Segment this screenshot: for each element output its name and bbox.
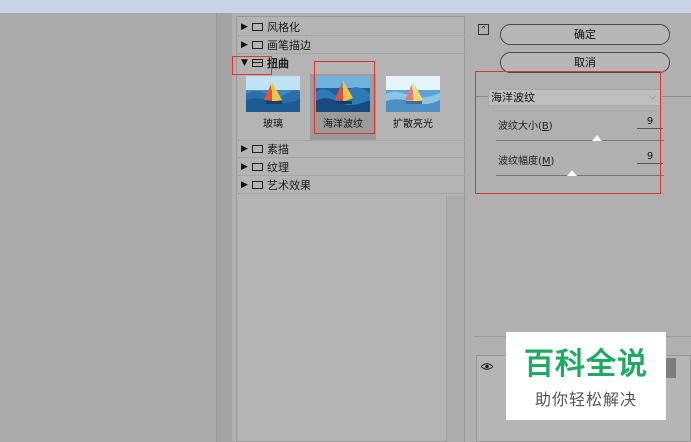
watermark-logo: 百科全说 助你轻松解决 <box>506 332 666 420</box>
ok-button[interactable]: 确定 <box>500 24 670 45</box>
preview-scrollbar[interactable] <box>216 13 232 442</box>
collapse-gallery-icon[interactable]: ⌃ <box>478 24 489 35</box>
category-stylize[interactable]: ▶ 风格化 <box>236 18 465 36</box>
watermark-subtitle: 助你轻松解决 <box>534 390 637 409</box>
expand-arrow-icon[interactable]: ▶ <box>241 180 252 190</box>
expand-arrow-icon[interactable]: ▶ <box>241 40 252 50</box>
eye-icon[interactable] <box>481 362 493 371</box>
filter-list-scrollbar[interactable] <box>446 196 464 442</box>
highlight-distort-category <box>232 56 272 75</box>
category-label: 纹理 <box>267 160 289 174</box>
separator-line <box>662 96 691 97</box>
folder-icon <box>252 40 263 49</box>
glass-thumbnail-image <box>246 76 300 112</box>
expand-arrow-icon[interactable]: ▶ <box>241 162 252 172</box>
category-label: 艺术效果 <box>267 178 311 192</box>
highlight-settings <box>475 71 661 194</box>
category-sketch[interactable]: ▶ 素描 <box>236 140 465 158</box>
category-label: 画笔描边 <box>267 38 311 52</box>
filter-thumb-glass[interactable]: 玻璃 <box>240 74 306 140</box>
expand-arrow-icon[interactable]: ▶ <box>241 22 252 32</box>
title-bar <box>0 0 691 13</box>
highlight-ocean-ripple-thumb <box>314 61 375 134</box>
category-texture[interactable]: ▶ 纹理 <box>236 158 465 176</box>
folder-icon <box>252 162 263 171</box>
folder-icon <box>252 180 263 189</box>
category-label: 风格化 <box>267 20 300 34</box>
filter-thumb-label: 玻璃 <box>263 119 283 130</box>
watermark-title: 百科全说 <box>524 347 648 382</box>
expand-arrow-icon[interactable]: ▶ <box>241 144 252 154</box>
diffuse-glow-thumbnail-image <box>386 76 440 112</box>
cancel-button[interactable]: 取消 <box>500 52 670 73</box>
category-brush-strokes[interactable]: ▶ 画笔描边 <box>236 36 465 54</box>
category-label: 素描 <box>267 143 289 156</box>
preview-canvas[interactable] <box>0 13 216 442</box>
folder-icon <box>252 145 263 153</box>
filter-thumb-diffuse-glow[interactable]: 扩散亮光 <box>380 74 446 140</box>
folder-icon <box>252 22 263 31</box>
category-artistic[interactable]: ▶ 艺术效果 <box>236 176 465 194</box>
filter-thumb-label: 扩散亮光 <box>393 119 433 130</box>
